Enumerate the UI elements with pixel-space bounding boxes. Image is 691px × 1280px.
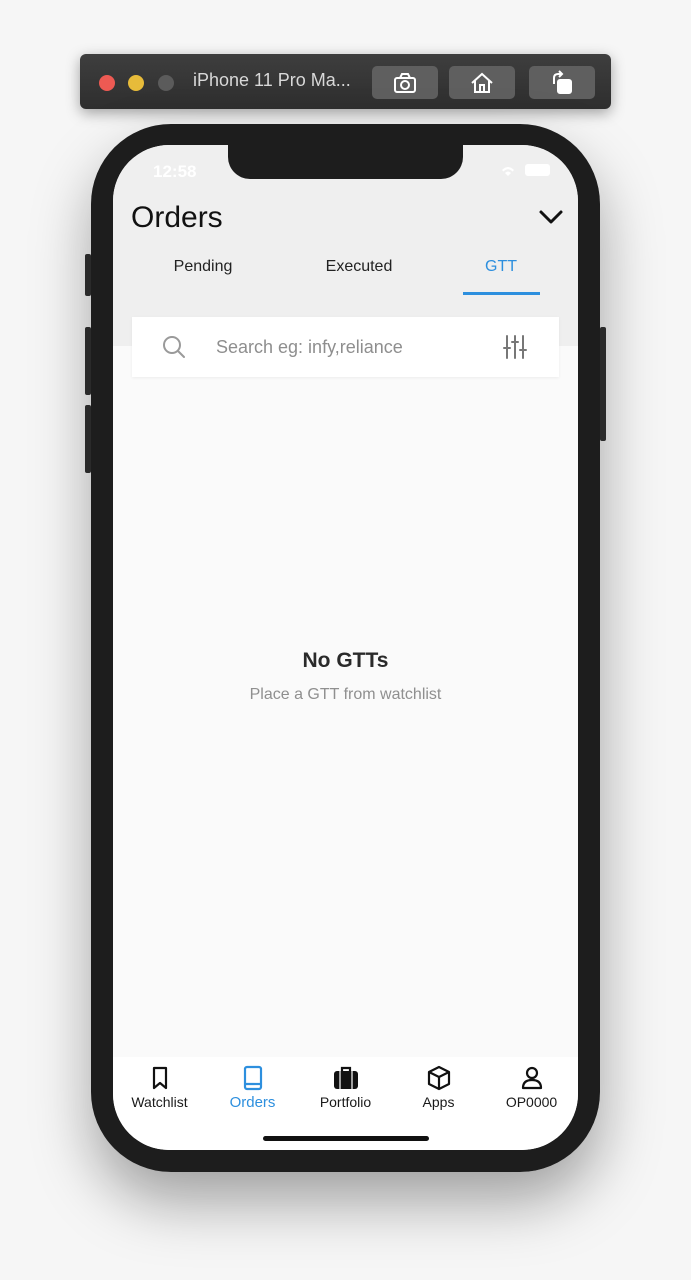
tab-pending[interactable]: Pending [153,258,253,276]
page-title: Orders [131,201,223,234]
mute-switch [85,254,91,296]
nav-label: Apps [422,1094,455,1110]
zoom-window-button[interactable] [158,75,174,91]
nav-orders[interactable]: Orders [206,1065,299,1111]
simulator-toolbar: iPhone 11 Pro Ma... [80,54,611,109]
filter-sliders-icon[interactable] [502,334,528,360]
nav-apps[interactable]: Apps [392,1065,485,1110]
book-icon [243,1065,262,1091]
nav-portfolio[interactable]: Portfolio [299,1065,392,1110]
rotate-button[interactable] [529,66,595,99]
power-button [600,327,606,441]
home-button[interactable] [449,66,515,99]
nav-label: Watchlist [131,1094,188,1110]
wifi-icon [502,167,514,176]
search-icon [163,336,185,358]
notch [228,145,463,179]
chevron-down-icon[interactable] [537,206,565,230]
nav-label: Portfolio [319,1094,372,1110]
simulator-title: iPhone 11 Pro Ma... [193,70,351,90]
user-icon [521,1066,542,1090]
screenshot-icon [394,72,416,93]
battery-icon [525,164,550,176]
volume-down-button [85,405,91,473]
volume-up-button [85,327,91,395]
search-input[interactable] [216,317,496,377]
close-window-button[interactable] [99,75,115,91]
empty-state-subtitle: Place a GTT from watchlist [249,686,442,703]
screenshot-button[interactable] [372,66,438,99]
cube-icon [427,1065,450,1091]
tab-gtt[interactable]: GTT [463,258,539,276]
bookmark-icon [152,1066,167,1090]
phone-screen: Orders Pending Executed GTT 12:58 No GTT… [113,145,578,1150]
empty-state-title: No GTTs [302,649,389,672]
nav-label: Orders [229,1094,276,1111]
search-bar [132,317,559,377]
minimize-window-button[interactable] [128,75,144,91]
nav-profile[interactable]: OP0000 [485,1065,578,1110]
home-indicator[interactable] [263,1136,429,1141]
status-icons [499,163,550,177]
tab-executed[interactable]: Executed [309,258,409,276]
nav-watchlist[interactable]: Watchlist [113,1065,206,1110]
rotate-icon [553,69,572,94]
home-icon [471,72,493,93]
active-tab-indicator [463,292,540,295]
nav-label: OP0000 [505,1094,558,1110]
status-time: 12:58 [153,162,197,181]
briefcase-icon [333,1066,358,1089]
